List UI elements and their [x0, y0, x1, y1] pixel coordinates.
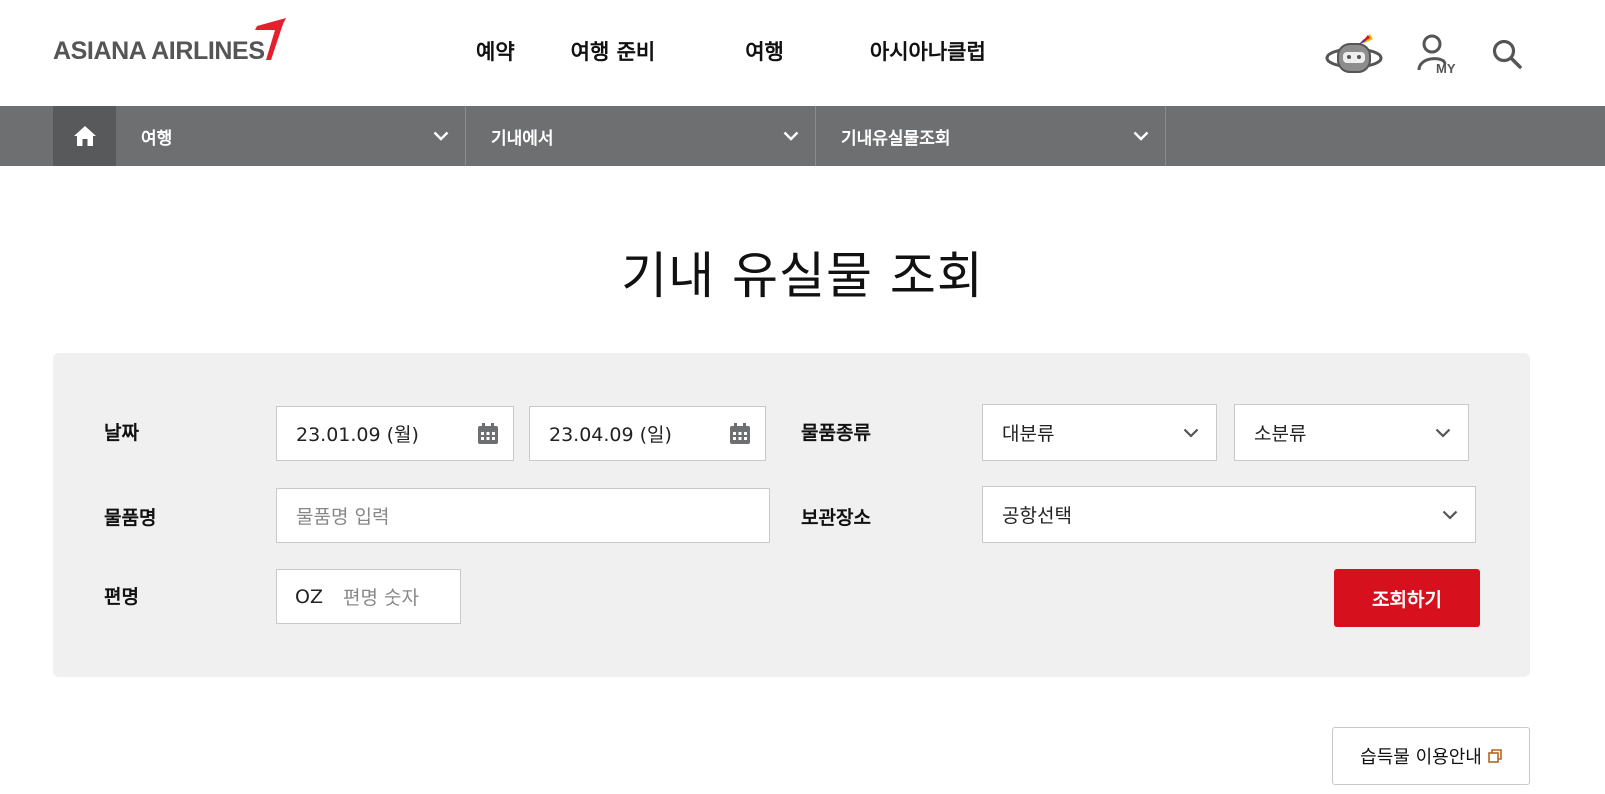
breadcrumb-label: 여행: [141, 128, 173, 149]
home-icon: [73, 126, 96, 146]
calendar-icon: [730, 422, 750, 444]
logo-text: ASIANA AIRLINES: [53, 37, 265, 65]
date-from-field[interactable]: 23.01.09 (월): [276, 406, 514, 461]
logo-wing-icon: [255, 18, 286, 60]
item-name-placeholder: 물품명 입력: [296, 506, 390, 528]
chevron-down-icon: [1133, 131, 1149, 141]
category-minor-select[interactable]: 소분류: [1234, 404, 1469, 461]
date-from-value: 23.01.09 (월): [296, 424, 419, 446]
flight-prefix: OZ: [295, 585, 323, 608]
chatbot-icon: [1325, 34, 1383, 73]
search-submit-button[interactable]: 조회하기: [1334, 569, 1480, 627]
breadcrumb-travel[interactable]: 여행: [116, 106, 466, 166]
main-nav: 예약 여행 준비 여행 아시아나클럽: [476, 36, 986, 66]
date-to-value: 23.04.09 (일): [549, 424, 672, 446]
nav-travel-prep[interactable]: 여행 준비: [571, 36, 656, 66]
breadcrumb-inflight[interactable]: 기내에서: [466, 106, 816, 166]
chevron-down-icon: [1183, 428, 1199, 438]
flight-number-input[interactable]: OZ 편명 숫자: [276, 569, 461, 624]
storage-value: 공항선택: [1002, 505, 1072, 527]
breadcrumb: 여행 기내에서 기내유실물조회: [0, 106, 1605, 166]
my-page-button[interactable]: MY: [1416, 26, 1460, 82]
breadcrumb-label: 기내에서: [491, 128, 554, 149]
calendar-icon: [478, 422, 498, 444]
storage-select[interactable]: 공항선택: [982, 486, 1476, 543]
svg-text:MY: MY: [1436, 61, 1456, 74]
lost-found-guide-button[interactable]: 습득물 이용안내: [1332, 727, 1530, 785]
flight-label: 편명: [104, 586, 139, 608]
header: ASIANA AIRLINES 예약 여행 준비 여행 아시아나클럽 MY: [0, 0, 1605, 106]
date-label: 날짜: [104, 422, 139, 444]
flight-number-placeholder: 편명 숫자: [342, 587, 419, 609]
my-user-icon: MY: [1417, 34, 1456, 74]
search-icon: [1492, 39, 1522, 69]
nav-asiana-club[interactable]: 아시아나클럽: [870, 36, 986, 66]
category-major-value: 대분류: [1002, 423, 1055, 445]
guide-button-label: 습득물 이용안내: [1360, 747, 1482, 768]
chevron-down-icon: [1442, 510, 1458, 520]
item-name-label: 물품명: [104, 507, 157, 529]
home-button[interactable]: [53, 106, 116, 166]
chevron-down-icon: [433, 131, 449, 141]
breadcrumb-label: 기내유실물조회: [841, 128, 951, 149]
chatbot-button[interactable]: [1322, 26, 1386, 82]
category-major-select[interactable]: 대분류: [982, 404, 1217, 461]
chevron-down-icon: [783, 131, 799, 141]
storage-label: 보관장소: [801, 507, 871, 529]
nav-travel[interactable]: 여행: [745, 36, 784, 66]
item-type-label: 물품종류: [801, 422, 871, 444]
nav-reservation[interactable]: 예약: [476, 36, 515, 66]
new-window-icon: [1488, 749, 1502, 763]
breadcrumb-lost-items[interactable]: 기내유실물조회: [816, 106, 1166, 166]
date-to-field[interactable]: 23.04.09 (일): [529, 406, 766, 461]
category-minor-value: 소분류: [1254, 423, 1307, 445]
asiana-logo[interactable]: ASIANA AIRLINES: [53, 18, 286, 70]
item-name-input[interactable]: 물품명 입력: [276, 488, 770, 543]
chevron-down-icon: [1435, 428, 1451, 438]
page-title: 기내 유실물 조회: [621, 247, 984, 305]
search-button[interactable]: [1490, 26, 1524, 82]
